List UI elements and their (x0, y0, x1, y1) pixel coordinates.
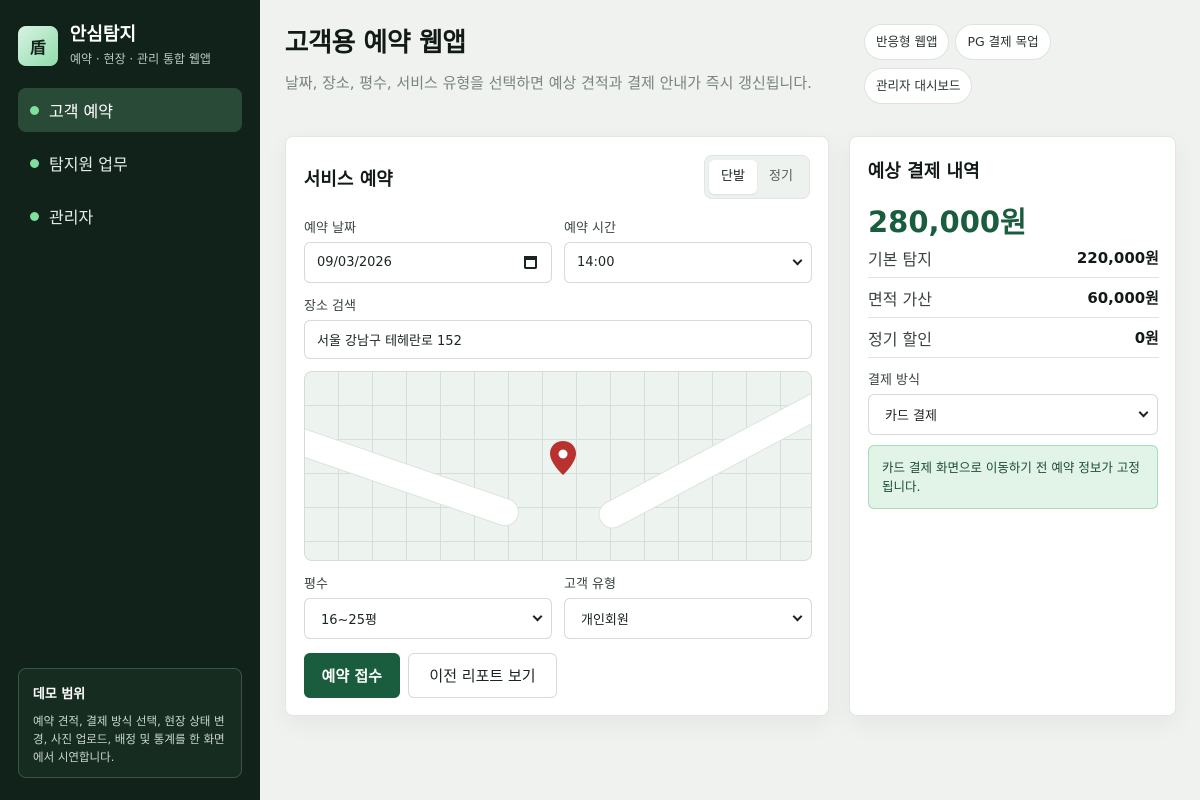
badge-admin-dashboard: 관리자 대시보드 (864, 68, 973, 104)
brand-name: 안심탐지 (70, 24, 137, 45)
time-label: 예약 시간 (564, 221, 616, 236)
calendar-icon[interactable] (524, 256, 537, 269)
line-item-area: 면적 가산 60,000원 (868, 278, 1159, 318)
badge-pg-payment: PG 결제 목업 (955, 24, 1051, 60)
chevron-down-icon (1138, 407, 1149, 418)
map-road (593, 386, 811, 534)
customer-type-label: 고객 유형 (564, 577, 616, 592)
booking-title: 서비스 예약 (304, 169, 394, 190)
line-item-value: 60,000원 (1087, 289, 1159, 307)
time-value: 14:00 (577, 255, 615, 270)
time-select[interactable]: 14:00 (564, 242, 812, 283)
date-value: 09/03/2026 (317, 255, 392, 270)
feature-badges: 반응형 웹앱 PG 결제 목업관리자 대시보드 (864, 24, 1104, 112)
date-input[interactable]: 09/03/2026 (304, 242, 552, 283)
toggle-one-time[interactable]: 단발 (709, 160, 757, 194)
location-value: 서울 강남구 테헤란로 152 (317, 334, 462, 349)
view-previous-report-button[interactable]: 이전 리포트 보기 (408, 653, 557, 698)
demo-scope-box: 데모 범위 예약 견적, 결제 방식 선택, 현장 상태 변경, 사진 업로드,… (18, 668, 242, 778)
total-amount: 280,000원 (868, 205, 1027, 239)
map-pin-icon[interactable] (549, 440, 577, 476)
page-header: 고객용 예약 웹앱 날짜, 장소, 평수, 서비스 유형을 선택하면 예상 견적… (285, 22, 845, 95)
sidebar-nav: 고객 예약 탐지원 업무 관리자 (18, 88, 242, 247)
payment-notice: 카드 결제 화면으로 이동하기 전 예약 정보가 고정됩니다. (868, 445, 1158, 509)
size-select[interactable]: 16~25평 (304, 598, 552, 639)
payment-method-label: 결제 방식 (868, 373, 920, 388)
size-label: 평수 (304, 577, 328, 592)
status-dot-icon (30, 211, 39, 221)
sidebar-item-label: 탐지원 업무 (49, 155, 128, 174)
booking-type-toggle: 단발 정기 (704, 155, 810, 199)
size-value: 16~25평 (321, 613, 377, 628)
customer-type-select[interactable]: 개인회원 (564, 598, 812, 639)
submit-booking-button[interactable]: 예약 접수 (304, 653, 400, 698)
date-label: 예약 날짜 (304, 221, 356, 236)
logo-icon: 盾 (18, 25, 58, 66)
sidebar-item-label: 고객 예약 (49, 102, 113, 121)
line-item-label: 면적 가산 (868, 289, 932, 309)
booking-card: 서비스 예약 단발 정기 예약 날짜 09/03/2026 예약 시간 14:0… (285, 136, 829, 716)
customer-type-value: 개인회원 (581, 613, 629, 628)
location-label: 장소 검색 (304, 299, 356, 314)
toggle-recurring[interactable]: 정기 (757, 160, 805, 194)
sidebar-item-agent-tasks[interactable]: 탐지원 업무 (18, 141, 242, 185)
line-item-value: 0원 (1134, 329, 1159, 347)
page-subtitle: 날짜, 장소, 평수, 서비스 유형을 선택하면 예상 견적과 결제 안내가 즉… (285, 74, 812, 92)
summary-title: 예상 결제 내역 (868, 161, 980, 182)
sidebar: 盾 안심탐지 예약 · 현장 · 관리 통합 웹앱 고객 예약 탐지원 업무 관… (0, 0, 260, 800)
demo-scope-text: 예약 견적, 결제 방식 선택, 현장 상태 변경, 사진 업로드, 배정 및 … (33, 714, 225, 764)
line-item-label: 정기 할인 (868, 329, 932, 349)
brand-subtitle: 예약 · 현장 · 관리 통합 웹앱 (70, 52, 211, 66)
brand: 盾 안심탐지 예약 · 현장 · 관리 통합 웹앱 (18, 24, 211, 67)
payment-method-value: 카드 결제 (885, 409, 937, 424)
sidebar-item-admin[interactable]: 관리자 (18, 194, 242, 238)
line-item-label: 기본 탐지 (868, 249, 932, 269)
map-road (305, 422, 523, 530)
location-map[interactable] (304, 371, 812, 561)
payment-method-select[interactable]: 카드 결제 (868, 394, 1158, 435)
page-title: 고객용 예약 웹앱 (285, 28, 467, 58)
chevron-down-icon (792, 255, 803, 266)
badge-responsive: 반응형 웹앱 (864, 24, 950, 60)
payment-summary-card: 예상 결제 내역 280,000원 기본 탐지 220,000원 면적 가산 6… (849, 136, 1176, 716)
sidebar-item-customer-booking[interactable]: 고객 예약 (18, 88, 242, 132)
sidebar-item-label: 관리자 (49, 208, 94, 227)
chevron-down-icon (792, 611, 803, 622)
line-item-base: 기본 탐지 220,000원 (868, 238, 1159, 278)
line-item-value: 220,000원 (1076, 249, 1159, 267)
status-dot-icon (30, 105, 39, 115)
demo-scope-title: 데모 범위 (33, 687, 86, 702)
location-search-input[interactable]: 서울 강남구 테헤란로 152 (304, 320, 812, 359)
status-dot-icon (30, 158, 39, 168)
line-item-discount: 정기 할인 0원 (868, 318, 1159, 358)
chevron-down-icon (532, 611, 543, 622)
